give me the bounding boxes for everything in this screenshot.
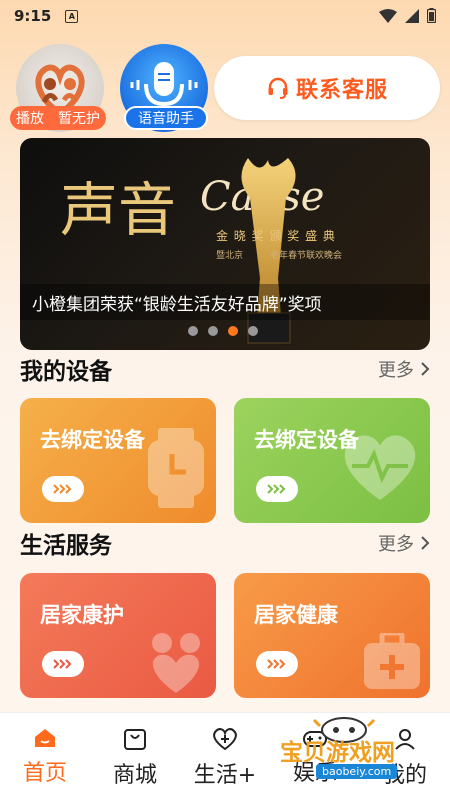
card-title: 去绑定设备 [40,428,145,452]
battery-icon [427,8,436,23]
shopping-bag-icon [124,729,146,750]
bind-device-card-watch[interactable]: 去绑定设备 [20,398,216,523]
devices-section-header: 我的设备 更多 [20,352,430,386]
tab-mall[interactable]: 商城 [90,713,180,800]
heart-pulse-icon [344,435,416,500]
card-title: 居家健康 [254,603,338,627]
heart-plus-icon [213,728,237,751]
play-label[interactable]: 播放 暂无护 [10,106,106,130]
carousel-dot[interactable] [188,326,198,336]
triple-chevron-icon [53,659,72,669]
home-icon [35,729,55,747]
home-health-card[interactable]: 居家健康 [234,573,430,698]
tab-life-plus[interactable]: 生活+ [180,713,270,800]
chevron-right-icon [421,362,430,376]
top-actions: 播放 暂无护 语音助手 联系客服 [10,44,440,136]
contact-service-label: 联系客服 [295,78,388,103]
watermark-text: 宝贝游戏网 [280,740,395,766]
banner-caption: 小橙集团荣获“银龄生活友好品牌”奖项 [20,284,430,320]
services-section-header: 生活服务 更多 [20,526,430,560]
go-arrow-button[interactable] [256,476,298,502]
devices-title: 我的设备 [20,359,112,385]
status-time: 9:15 [14,7,52,25]
card-title: 居家康护 [40,603,124,627]
care-people-icon [152,633,200,693]
promo-banner[interactable]: 声音 Cause 金 晓 奖 颁 奖 盛 典 暨北京 老年春节联欢晚会 小橙集团… [20,138,430,350]
tab-label: 商城 [112,763,157,788]
bind-device-card-health[interactable]: 去绑定设备 [234,398,430,523]
tab-home[interactable]: 首页 [0,713,90,800]
sim-icon: A [65,9,79,23]
devices-more-label: 更多 [378,360,414,381]
devices-more-link[interactable]: 更多 [378,356,430,382]
contact-service-button[interactable]: 联系客服 [214,56,440,120]
carousel-dot-active[interactable] [228,326,238,336]
banner-ceremony-text: 金 晓 奖 颁 奖 盛 典 [216,228,336,243]
watermark-url: baobeiy.com [316,764,398,779]
watch-icon [148,428,204,508]
go-arrow-button[interactable] [256,651,298,677]
go-arrow-button[interactable] [42,476,84,502]
triple-chevron-icon [267,659,286,669]
headset-icon [268,77,288,99]
home-care-card[interactable]: 居家康护 [20,573,216,698]
chevron-right-icon [421,536,430,550]
medical-kit-icon [364,633,420,689]
voice-assistant-label[interactable]: 语音助手 [124,106,208,130]
wifi-icon [379,8,397,23]
carousel-dots [188,326,258,336]
signal-icon [405,8,419,23]
triple-chevron-icon [53,484,72,494]
go-arrow-button[interactable] [42,651,84,677]
carousel-dot[interactable] [208,326,218,336]
tab-label: 首页 [22,761,67,786]
services-more-link[interactable]: 更多 [378,530,430,556]
status-bar: 9:15 A [0,0,450,32]
carousel-dot[interactable] [248,326,258,336]
banner-sub-text: 暨北京 老年春节联欢晚会 [216,249,342,261]
services-more-label: 更多 [378,534,414,555]
tab-label: 生活+ [193,763,257,788]
triple-chevron-icon [267,484,286,494]
banner-big-text: 声音 [60,176,176,244]
services-title: 生活服务 [20,533,112,559]
status-icons [379,8,436,23]
